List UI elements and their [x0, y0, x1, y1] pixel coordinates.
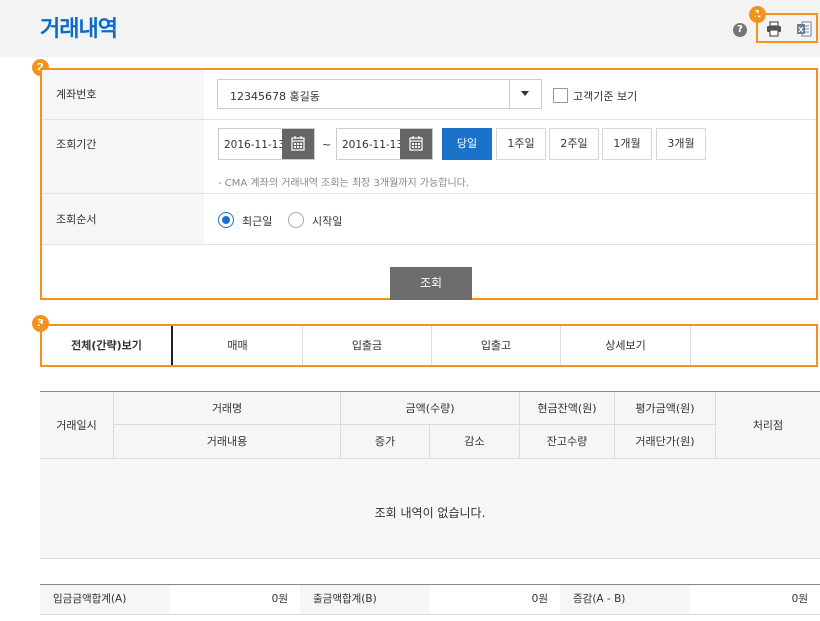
- col-header-cash-balance: 현금잔액(원): [520, 392, 615, 425]
- period-label: 조회기간: [42, 120, 204, 193]
- col-header-unit-price: 거래단가(원): [615, 425, 716, 459]
- calendar-button[interactable]: [282, 129, 314, 159]
- col-header-increase: 증가: [341, 425, 430, 459]
- calendar-icon: [291, 136, 305, 151]
- period-button-today[interactable]: 당일: [442, 128, 492, 160]
- export-toolbox: X: [756, 13, 818, 43]
- account-value: 12345678 홍길동: [230, 90, 320, 103]
- date-to-input[interactable]: 2016-11-13: [336, 128, 433, 160]
- order-radio-recent[interactable]: [218, 212, 234, 228]
- col-header-stock-balance: 잔고수량: [520, 425, 615, 459]
- account-label: 계좌번호: [42, 70, 204, 119]
- search-button[interactable]: 조회: [390, 267, 472, 300]
- table-empty-state: 조회 내역이 없습니다.: [40, 459, 820, 559]
- period-button-3month[interactable]: 3개월: [656, 128, 706, 160]
- col-header-trade-detail: 거래내용: [114, 425, 341, 459]
- calendar-button[interactable]: [400, 129, 432, 159]
- col-header-eval-amount: 평가금액(원): [615, 392, 716, 425]
- caret-down-icon: [521, 91, 529, 96]
- col-header-date: 거래일시: [40, 392, 114, 459]
- date-range-separator: ~: [322, 138, 332, 151]
- customer-basis-label: 고객기준 보기: [573, 90, 638, 103]
- period-row: 조회기간 2016-11-13 ~ 2016-11-13 당일 1주일 2주일 …: [42, 120, 816, 194]
- tab-detail[interactable]: 상세보기: [561, 326, 691, 365]
- period-notice: - CMA 계좌의 거래내역 조회는 최장 3개월까지 가능합니다.: [218, 178, 470, 189]
- empty-message: 조회 내역이 없습니다.: [374, 506, 486, 520]
- deposit-total-label: 입금금액합계(A): [40, 585, 170, 614]
- order-label: 조회순서: [42, 194, 204, 244]
- date-to-value: 2016-11-13: [342, 139, 404, 151]
- withdraw-total-label: 출금액합계(B): [300, 585, 430, 614]
- period-button-1month[interactable]: 1개월: [602, 128, 652, 160]
- dropdown-toggle[interactable]: [509, 80, 541, 108]
- tab-summary[interactable]: 전체(간략)보기: [42, 326, 173, 365]
- deposit-total-value: 0원: [271, 593, 288, 605]
- calendar-icon: [409, 136, 423, 151]
- order-radio-recent-label: 최근일: [242, 215, 273, 228]
- col-header-decrease: 감소: [430, 425, 520, 459]
- tab-deposit-withdraw[interactable]: 입출금: [303, 326, 432, 365]
- search-form: 계좌번호 12345678 홍길동 고객기준 보기 조회기간 2016-11-1…: [40, 68, 818, 300]
- withdraw-total-value: 0원: [531, 593, 548, 605]
- col-header-branch: 처리점: [716, 392, 820, 459]
- header-bar: [0, 0, 820, 57]
- printer-icon[interactable]: [766, 21, 782, 37]
- col-header-amount: 금액(수량): [341, 392, 520, 425]
- tab-securities-inout[interactable]: 입출고: [432, 326, 561, 365]
- page-title: 거래내역: [40, 17, 118, 42]
- customer-basis-checkbox[interactable]: [553, 88, 568, 103]
- excel-icon[interactable]: X: [796, 21, 812, 37]
- summary-bar: 입금금액합계(A) 0원 출금액합계(B) 0원 증감(A - B) 0원: [40, 584, 820, 615]
- order-radio-start[interactable]: [288, 212, 304, 228]
- help-circle-icon[interactable]: ?: [733, 23, 747, 37]
- account-select[interactable]: 12345678 홍길동: [217, 79, 542, 109]
- col-header-trade-name: 거래명: [114, 392, 341, 425]
- svg-text:X: X: [798, 26, 804, 34]
- tab-trade[interactable]: 매매: [173, 326, 303, 365]
- date-from-input[interactable]: 2016-11-13: [218, 128, 315, 160]
- view-tabs: 전체(간략)보기 매매 입출금 입출고 상세보기: [40, 324, 818, 367]
- period-button-1week[interactable]: 1주일: [496, 128, 546, 160]
- diff-total-label: 증감(A - B): [560, 585, 690, 614]
- order-row: 조회순서 최근일 시작일: [42, 194, 816, 245]
- period-button-2week[interactable]: 2주일: [549, 128, 599, 160]
- order-radio-start-label: 시작일: [312, 215, 343, 228]
- transaction-table: 거래일시 거래명 거래내용 금액(수량) 증가 감소 현금잔액(원) 잔고수량 …: [40, 391, 820, 559]
- account-row: 계좌번호 12345678 홍길동 고객기준 보기: [42, 70, 816, 120]
- diff-total-value: 0원: [791, 593, 808, 605]
- date-from-value: 2016-11-13: [224, 139, 286, 151]
